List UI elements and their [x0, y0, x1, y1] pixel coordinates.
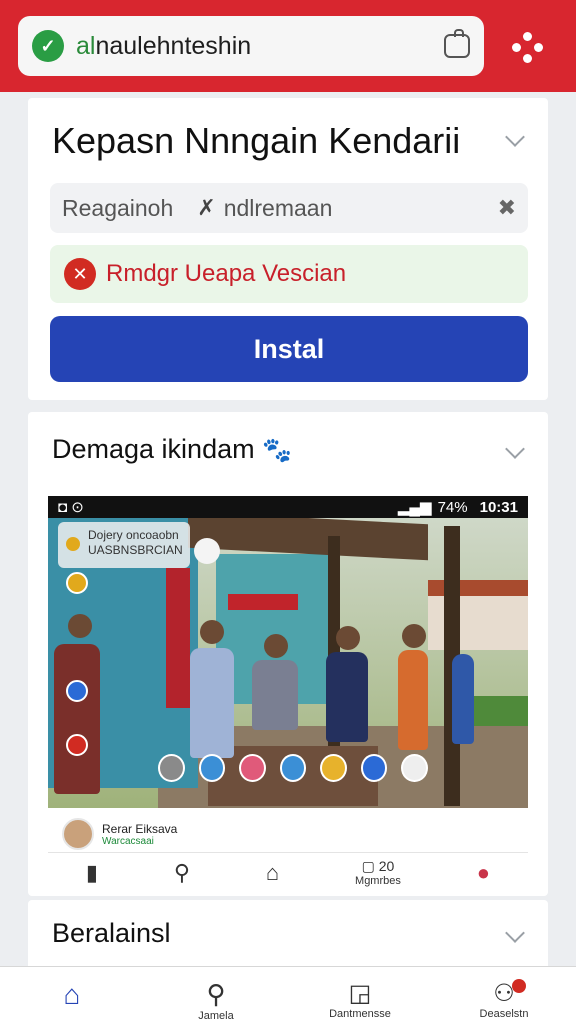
- avatar: [62, 818, 94, 850]
- filter-left-text: Reagainoh: [62, 194, 174, 221]
- message-count: 20: [378, 858, 395, 874]
- chevron-down-icon[interactable]: [505, 439, 525, 459]
- card-title-text: Demaga ikindam: [52, 434, 255, 464]
- browser-top-bar: ✓ alnaulehnteshin: [0, 0, 576, 92]
- pin-icon: [66, 537, 80, 551]
- camera-icon: ◘ ⊙: [58, 499, 84, 516]
- menu-dots-icon[interactable]: [510, 30, 546, 66]
- scene-person-head: [68, 614, 92, 638]
- install-card: Kepasn Nnngain Kendarii Reagainoh ✗ ndlr…: [28, 98, 548, 400]
- nav-photos[interactable]: ◲ Dantmensse: [310, 979, 410, 1020]
- url-text[interactable]: alnaulehnteshin: [76, 32, 444, 61]
- media-card: Demaga ikindam 🐾 ◘ ⊙ ▂▄▆ 74% 10:31 Dojer…: [28, 412, 548, 896]
- inner-nav-profile[interactable]: ●: [477, 860, 490, 886]
- signal-icon: ▂▄▆: [397, 499, 432, 516]
- search-icon: ⚲: [173, 859, 191, 885]
- scene-door: [166, 568, 190, 708]
- scene-person: [398, 650, 428, 750]
- message-icon: ▢ 20: [361, 858, 395, 874]
- filter-right-text: ndlremaan: [223, 194, 333, 221]
- tool-icon: ✗: [197, 195, 216, 220]
- scene-person-head: [264, 634, 288, 658]
- url-rest: naulehnteshin: [95, 31, 252, 60]
- scene-person: [326, 652, 368, 742]
- home-icon: ⌂: [63, 979, 81, 1010]
- card-title: Beralainsl: [52, 918, 171, 948]
- nav-label: Dantmensse: [329, 1008, 391, 1020]
- status-time: 10:31: [479, 498, 518, 516]
- inner-nav-bookmark[interactable]: ▮: [86, 860, 98, 886]
- sun-icon[interactable]: [66, 572, 88, 594]
- nav-home[interactable]: ⌂: [22, 979, 122, 1011]
- overlay-line-1: Dojery oncoaobn: [88, 528, 179, 542]
- nav-label: Jamela: [198, 1010, 234, 1022]
- chrome-icon[interactable]: [320, 754, 347, 782]
- profile-icon: ●: [476, 859, 491, 885]
- nav-label: Deaselstn: [479, 1008, 529, 1020]
- scene-person-head: [336, 626, 360, 650]
- collapsed-card: Beralainsl: [28, 900, 548, 970]
- author-name: Rerar Eiksava: [102, 821, 178, 836]
- scene-person: [54, 644, 100, 794]
- close-icon[interactable]: ✖: [498, 195, 516, 221]
- bookmark-icon: ▮: [85, 859, 99, 885]
- chevron-down-icon[interactable]: [505, 127, 525, 147]
- scene-person: [190, 648, 234, 758]
- scene-house: [428, 580, 528, 650]
- scene-person-head: [200, 620, 224, 644]
- overlay-line-2: UASBNSBRCIAN: [88, 543, 183, 557]
- alert-banner: ✕ Rmdgr Ueapa Vescian: [50, 245, 528, 303]
- filter-field[interactable]: Reagainoh ✗ ndlremaan ✖: [50, 183, 528, 233]
- battery-level: 74%: [437, 498, 468, 516]
- scene-person: [252, 660, 298, 730]
- paw-icon: 🐾: [262, 437, 292, 464]
- nav-search[interactable]: ⚲ Jamela: [166, 979, 266, 1022]
- back-icon[interactable]: [158, 754, 185, 782]
- share-icon[interactable]: [279, 754, 307, 782]
- bottom-nav: ⌂ ⚲ Jamela ◲ Dantmensse ⚇ Deaselstn: [0, 966, 576, 1024]
- lock-icon[interactable]: [444, 29, 470, 58]
- inner-nav-bar: ▮ ⚲ ⌂ ▢ 20 Mgmrbes ●: [48, 852, 528, 892]
- embedded-status-bar: ◘ ⊙ ▂▄▆ 74% 10:31: [48, 496, 528, 518]
- url-prefix: al: [76, 31, 96, 60]
- scene-person-head: [402, 624, 426, 648]
- alert-text: Rmdgr Ueapa Vescian: [106, 260, 347, 287]
- inner-nav-search[interactable]: ⚲: [174, 860, 190, 886]
- overlay-notification[interactable]: Dojery oncoaobn UASBNSBRCIAN: [58, 522, 190, 568]
- search-icon: ⚲: [206, 979, 226, 1009]
- scene-person: [452, 654, 474, 744]
- card-title: Demaga ikindam 🐾: [52, 434, 292, 465]
- globe-icon[interactable]: [198, 754, 226, 782]
- warning-icon: ✕: [64, 258, 96, 290]
- record-button[interactable]: [194, 538, 220, 564]
- inner-nav-label: Mgmrbes: [355, 875, 401, 887]
- inner-nav-home[interactable]: ⌂: [266, 860, 279, 886]
- notification-badge: [512, 979, 526, 993]
- install-button[interactable]: Instal: [50, 316, 528, 382]
- inner-nav-messages[interactable]: ▢ 20 Mgmrbes: [355, 858, 401, 887]
- embedded-screenshot[interactable]: ◘ ⊙ ▂▄▆ 74% 10:31 Dojery oncoaobn UASBNS…: [48, 496, 528, 808]
- author-row[interactable]: Rerar Eiksava Warcacsaai: [62, 816, 177, 852]
- url-bar[interactable]: ✓ alnaulehnteshin: [18, 16, 484, 76]
- photo-icon: ◲: [348, 980, 372, 1007]
- camera-icon[interactable]: [239, 754, 266, 782]
- alert-icon[interactable]: [66, 734, 88, 756]
- card-title: Kepasn Nnngain Kendarii: [52, 120, 461, 161]
- more-icon[interactable]: [401, 754, 429, 782]
- chevron-down-icon[interactable]: [505, 923, 525, 943]
- scene-sign: [228, 594, 298, 610]
- info-icon[interactable]: [66, 680, 88, 702]
- nav-profile[interactable]: ⚇ Deaselstn: [454, 979, 554, 1020]
- edit-icon[interactable]: [360, 754, 388, 782]
- home-icon: ⌂: [265, 859, 280, 885]
- site-logo-icon: ✓: [32, 30, 64, 62]
- author-sub: Warcacsaai: [102, 835, 154, 847]
- embedded-toolbar: [158, 752, 429, 784]
